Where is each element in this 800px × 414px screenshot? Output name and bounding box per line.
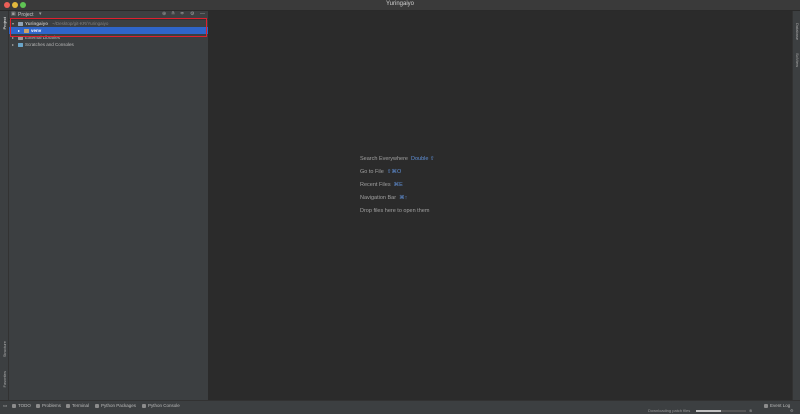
editor-area[interactable]: Search Everywhere Double ⇧ Go to File ⇧⌘O … [209, 11, 792, 400]
tree-item-scratches[interactable]: ▸ Scratches and Consoles [9, 41, 208, 48]
title-bar: Yuringaiyo [0, 0, 800, 11]
chevron-down-icon[interactable]: ▾ [39, 11, 42, 17]
hide-icon[interactable]: — [200, 11, 205, 17]
chevron-right-icon[interactable]: ▸ [12, 41, 14, 48]
bottom-tab-terminal[interactable]: Terminal [66, 403, 89, 408]
progress-fill [696, 410, 721, 412]
hint-text: Search Everywhere [360, 156, 408, 162]
right-tool-strip: Database SciView [792, 11, 800, 400]
database-tool-tab[interactable]: Database [795, 23, 800, 40]
gear-icon[interactable]: ⚙ [190, 11, 194, 17]
event-log-button[interactable]: Event Log [764, 403, 790, 408]
settings-icon[interactable]: ⚙ [790, 408, 794, 413]
layout-icon[interactable]: ▭ [3, 403, 7, 409]
collapse-all-icon[interactable]: ≚ [171, 11, 175, 17]
terminal-icon [66, 403, 70, 408]
hint-drop-files: Drop files here to open them [360, 208, 429, 214]
todo-icon [12, 403, 16, 408]
bottom-tab-python-packages[interactable]: Python Packages [95, 403, 136, 408]
bottom-tab-todo[interactable]: TODO [12, 403, 31, 408]
cancel-icon[interactable]: ⊗ [749, 408, 752, 413]
hint-recent-files: Recent Files ⌘E [360, 182, 403, 188]
favorites-tool-tab[interactable]: Favorites [2, 371, 7, 387]
python-console-icon [142, 403, 146, 408]
project-view-icon: ▣ [11, 11, 16, 17]
problems-icon [36, 403, 40, 408]
hint-shortcut: ⌘↑ [399, 195, 408, 201]
hint-text: Recent Files [360, 182, 391, 188]
scratches-icon [18, 42, 23, 47]
highlight-box [10, 18, 207, 37]
bottom-tab-python-console[interactable]: Python Console [142, 403, 180, 408]
hint-text: Drop files here to open them [360, 208, 430, 214]
window-title: Yuringaiyo [385, 1, 415, 7]
tree-item-label: Scratches and Consoles [25, 42, 74, 47]
project-tool-tab[interactable]: Project [2, 17, 7, 29]
hint-text: Go to File [360, 169, 384, 175]
hint-search-everywhere: Search Everywhere Double ⇧ [360, 156, 435, 162]
status-text: Downloading patch files [648, 407, 691, 413]
hint-shortcut: ⇧⌘O [386, 169, 402, 175]
hint-navigation-bar: Navigation Bar ⌘↑ [360, 195, 407, 201]
packages-icon [95, 403, 99, 408]
project-panel: ▣ Project ▾ ⊕ ≚ ≑ ⚙ — ▾ Yuringaiyo ~/Desk… [9, 11, 209, 400]
expand-all-icon[interactable]: ≑ [180, 11, 184, 17]
bottom-tab-problems[interactable]: Problems [36, 403, 61, 408]
hint-go-to-file: Go to File ⇧⌘O [360, 169, 401, 175]
locate-icon[interactable]: ⊕ [162, 11, 166, 17]
hint-text: Navigation Bar [360, 195, 397, 201]
structure-tool-tab[interactable]: Structure [2, 341, 7, 357]
event-log-icon [764, 403, 768, 408]
left-tool-strip: Project Structure Favorites [0, 11, 9, 400]
sciview-tool-tab[interactable]: SciView [795, 53, 800, 67]
bottom-tool-bar: ▭ TODO Problems Terminal Python Packages… [0, 400, 800, 414]
hint-shortcut: ⌘E [393, 182, 403, 188]
hint-shortcut: Double ⇧ [411, 156, 435, 162]
download-progress-bar [696, 410, 746, 412]
